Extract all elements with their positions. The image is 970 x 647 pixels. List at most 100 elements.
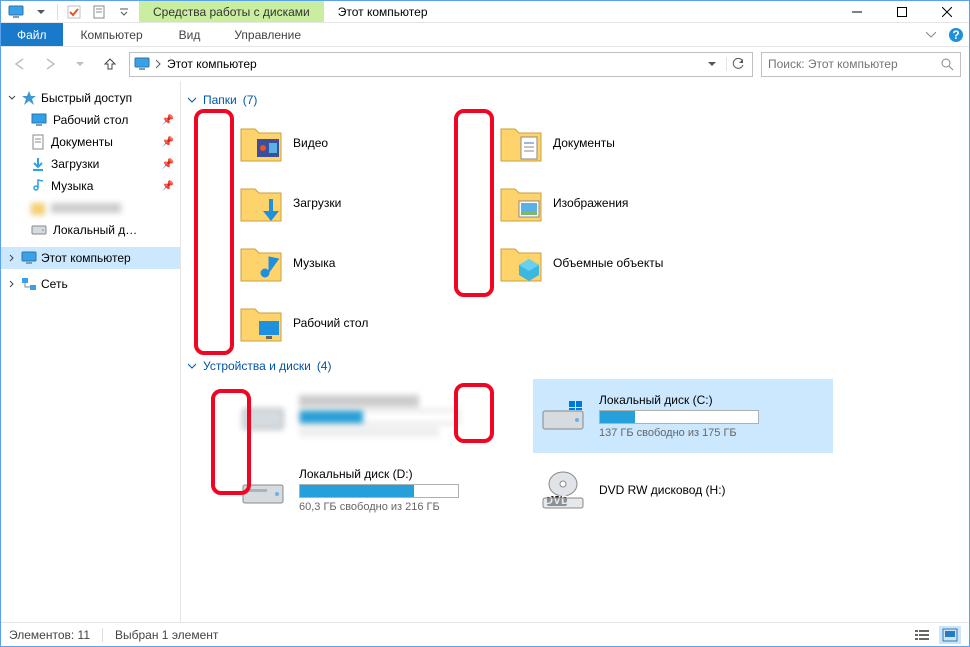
- folder-pictures[interactable]: Изображения: [493, 173, 753, 233]
- group-label: Папки: [203, 93, 237, 107]
- status-selected: Выбран 1 элемент: [115, 628, 218, 642]
- sidebar-item-label: [51, 203, 121, 213]
- folder-video[interactable]: Видео: [233, 113, 493, 173]
- drive-d[interactable]: Локальный диск (D:) 60,3 ГБ свободно из …: [233, 453, 533, 527]
- group-header-drives[interactable]: Устройства и диски (4): [183, 353, 967, 379]
- chevron-right-icon[interactable]: [7, 254, 17, 262]
- folder-label: Рабочий стол: [293, 316, 368, 330]
- sidebar-item-music[interactable]: Музыка 📌: [1, 175, 180, 197]
- system-monitor-icon: [5, 3, 27, 21]
- folder-icon: [239, 121, 283, 165]
- address-dropdown-icon[interactable]: [704, 62, 720, 67]
- sidebar-item-blurred[interactable]: [1, 197, 180, 219]
- quick-access-toolbar: [1, 1, 139, 22]
- drive-blurred[interactable]: [233, 379, 533, 453]
- sidebar-item-label: Музыка: [51, 179, 93, 193]
- nav-history-dropdown-icon[interactable]: [69, 53, 91, 75]
- separator: [57, 4, 58, 20]
- chevron-right-icon: [156, 60, 161, 68]
- sidebar-item-label: Рабочий стол: [53, 113, 128, 127]
- drive-icon: [241, 394, 285, 438]
- ribbon-collapse-icon[interactable]: [919, 23, 943, 46]
- sidebar-item-label: Загрузки: [51, 157, 99, 171]
- pin-icon: 📌: [162, 159, 174, 170]
- folder-music[interactable]: Музыка: [233, 233, 493, 293]
- folder-label: Документы: [553, 136, 615, 150]
- folder-icon: [239, 181, 283, 225]
- status-bar: Элементов: 11 Выбран 1 элемент: [1, 622, 969, 646]
- checkbox-icon[interactable]: [63, 3, 85, 21]
- manage-tab[interactable]: Управление: [218, 23, 317, 46]
- this-pc-label: Этот компьютер: [41, 251, 131, 265]
- refresh-icon[interactable]: [726, 57, 748, 71]
- nav-forward-button[interactable]: [39, 53, 61, 75]
- properties-icon[interactable]: [88, 3, 110, 21]
- folder-label: Музыка: [293, 256, 335, 270]
- drive-c[interactable]: Локальный диск (C:) 137 ГБ свободно из 1…: [533, 379, 833, 453]
- folder-desktop[interactable]: Рабочий стол: [233, 293, 493, 353]
- view-tab[interactable]: Вид: [161, 23, 219, 46]
- sidebar-network[interactable]: Сеть: [1, 273, 180, 295]
- document-icon: [31, 134, 45, 150]
- minimize-button[interactable]: [834, 1, 879, 23]
- chevron-down-icon[interactable]: [7, 94, 17, 102]
- sidebar-this-pc[interactable]: Этот компьютер: [1, 247, 180, 269]
- file-tab[interactable]: Файл: [1, 23, 63, 46]
- pin-icon: 📌: [162, 115, 174, 126]
- sidebar-item-local-disk[interactable]: Локальный диск: [1, 219, 180, 241]
- star-icon: [21, 90, 37, 106]
- network-label: Сеть: [41, 277, 68, 291]
- drive-label: DVD RW дисковод (H:): [599, 483, 825, 497]
- computer-tab[interactable]: Компьютер: [63, 23, 161, 46]
- drives-grid: Локальный диск (D:) 60,3 ГБ свободно из …: [183, 379, 967, 527]
- pin-icon: 📌: [162, 181, 174, 192]
- folder-label: Объемные объекты: [553, 256, 663, 270]
- breadcrumb-this-pc[interactable]: Этот компьютер: [134, 57, 257, 71]
- group-header-folders[interactable]: Папки (7): [183, 87, 967, 113]
- nav-back-button[interactable]: [9, 53, 31, 75]
- folder-3d-objects[interactable]: Объемные объекты: [493, 233, 753, 293]
- desktop-icon: [31, 113, 47, 127]
- folder-icon: [239, 301, 283, 345]
- view-large-icons-icon[interactable]: [939, 626, 961, 644]
- nav-up-button[interactable]: [99, 53, 121, 75]
- navigation-pane: Быстрый доступ Рабочий стол 📌 Документы …: [1, 81, 181, 622]
- svg-text:?: ?: [952, 28, 959, 42]
- drive-label: [299, 395, 419, 407]
- search-input[interactable]: [768, 57, 940, 71]
- view-details-icon[interactable]: [911, 626, 933, 644]
- qat-dropdown-icon[interactable]: [113, 3, 135, 21]
- drive-usage-bar: [299, 484, 459, 498]
- folder-label: Видео: [293, 136, 328, 150]
- breadcrumb-label: Этот компьютер: [167, 57, 257, 71]
- sidebar-item-documents[interactable]: Документы 📌: [1, 131, 180, 153]
- window-controls: [834, 1, 969, 22]
- status-items: Элементов: 11: [9, 628, 90, 642]
- drive-free-text: 137 ГБ свободно из 175 ГБ: [599, 427, 825, 439]
- contextual-tab-drive-tools[interactable]: Средства работы с дисками: [139, 1, 324, 22]
- folders-grid: Видео Загрузки Музыка Рабочий стол: [183, 113, 967, 353]
- help-icon[interactable]: ?: [943, 23, 969, 46]
- content-area[interactable]: Папки (7) Видео Загрузки Музыка: [181, 81, 969, 622]
- drive-icon: [31, 224, 47, 236]
- drive-usage-bar: [599, 410, 759, 424]
- close-button[interactable]: [924, 1, 969, 23]
- folder-downloads[interactable]: Загрузки: [233, 173, 493, 233]
- chevron-right-icon[interactable]: [7, 280, 17, 288]
- drive-free-text: 60,3 ГБ свободно из 216 ГБ: [299, 501, 525, 513]
- dvd-drive[interactable]: DVD DVD RW дисковод (H:): [533, 453, 833, 527]
- sidebar-item-downloads[interactable]: Загрузки 📌: [1, 153, 180, 175]
- maximize-button[interactable]: [879, 1, 924, 23]
- folder-icon: [499, 121, 543, 165]
- folder-label: Изображения: [553, 196, 628, 210]
- address-bar[interactable]: Этот компьютер: [129, 52, 753, 77]
- folder-documents[interactable]: Документы: [493, 113, 753, 173]
- drive-free-text: [299, 427, 439, 437]
- sidebar-item-desktop[interactable]: Рабочий стол 📌: [1, 109, 180, 131]
- search-icon[interactable]: [940, 57, 954, 71]
- sidebar-quick-access[interactable]: Быстрый доступ: [1, 87, 180, 109]
- body: Быстрый доступ Рабочий стол 📌 Документы …: [1, 81, 969, 622]
- search-box[interactable]: [761, 52, 961, 77]
- folder-icon: [499, 241, 543, 285]
- dropdown-icon[interactable]: [30, 3, 52, 21]
